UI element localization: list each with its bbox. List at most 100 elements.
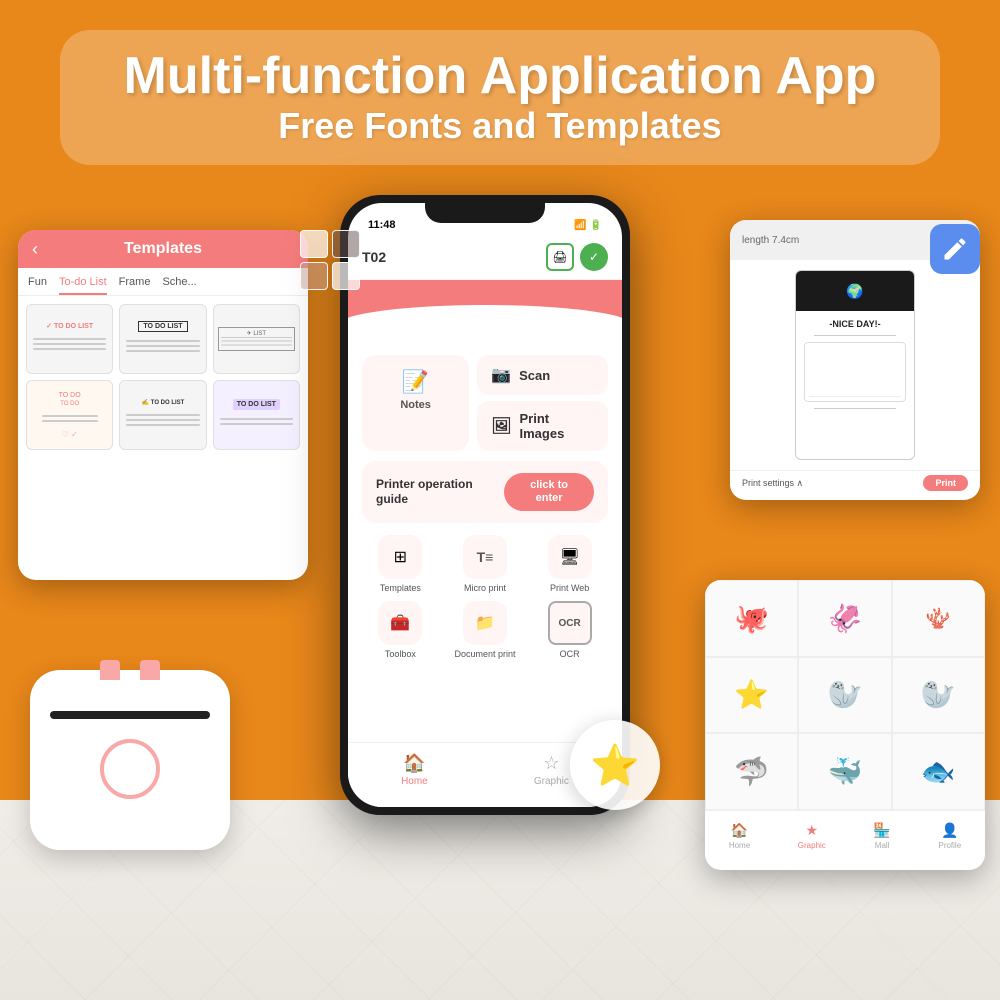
app-content: 📝 Notes 📷 Scan 🖼 Print Images (348, 335, 622, 677)
nav-home[interactable]: 🏠 Home (401, 753, 428, 787)
printer-tab-left (100, 660, 120, 680)
main-phone: 11:48 📶 🔋 T02 🖨 ✓ 📝 Notes (340, 195, 630, 815)
template-card-4[interactable]: TO DO TO DO ♡ ✓ (26, 380, 113, 450)
header-title: Multi-function Application App (110, 48, 890, 105)
sticker-nav-graphic[interactable]: ★ Graphic (798, 822, 826, 850)
ocr-label: OCR (560, 649, 580, 659)
ocr-app[interactable]: OCR OCR (531, 601, 608, 659)
write-icon-button[interactable] (930, 224, 980, 274)
sticker-seal2[interactable]: 🦭 (892, 657, 985, 734)
printer-button[interactable] (100, 739, 160, 799)
printer-slot (50, 711, 210, 719)
status-time: 11:48 (368, 219, 396, 231)
app-bar: T02 🖨 ✓ (348, 239, 622, 280)
print-images-label: Print Images (520, 411, 594, 441)
print-web-app[interactable]: 🖥 Print Web (531, 535, 608, 593)
doc-body: -NICE DAY!- (796, 311, 914, 417)
floating-widget[interactable]: ⭐ (570, 720, 660, 810)
header-subtitle: Free Fonts and Templates (110, 105, 890, 147)
left-screen-header: ‹ Templates (18, 230, 308, 268)
header-banner: Multi-function Application App Free Font… (60, 30, 940, 165)
template-card-2[interactable]: TO DO LIST (119, 304, 206, 374)
app-bar-icons: 🖨 ✓ (546, 243, 608, 271)
home-nav-label: Home (401, 776, 428, 787)
document-print-label: Document print (454, 649, 515, 659)
templates-label: Templates (380, 583, 421, 593)
phone-screen: 11:48 📶 🔋 T02 🖨 ✓ 📝 Notes (348, 203, 622, 807)
shape-med[interactable] (300, 262, 328, 290)
document-print-icon: 📁 (463, 601, 507, 645)
toolbox-app[interactable]: 🧰 Toolbox (362, 601, 439, 659)
print-settings-label: Print settings ∧ (742, 478, 803, 489)
sticker-shark[interactable]: 🦈 (705, 733, 798, 810)
back-button[interactable]: ‹ (32, 239, 38, 260)
template-card-1[interactable]: ✓ TO DO LIST (26, 304, 113, 374)
print-button[interactable]: Print (923, 475, 968, 491)
micro-print-icon: T≡ (463, 535, 507, 579)
notes-feature[interactable]: 📝 Notes (362, 355, 469, 451)
right-bottom-screen: 🐙 🦑 🪸 ⭐ 🦭 🦭 🦈 🐳 🐟 🏠 Home ★ Graphic 🏪 Mal… (705, 580, 985, 870)
notes-label: Notes (400, 399, 431, 411)
toolbox-label: Toolbox (385, 649, 416, 659)
shape-light2[interactable] (332, 262, 360, 290)
nice-day-text: -NICE DAY!- (829, 319, 880, 329)
scan-label: Scan (519, 368, 550, 383)
sticker-nav-home[interactable]: 🏠 Home (729, 822, 750, 850)
sticker-nav-mall[interactable]: 🏪 Mall (873, 822, 890, 850)
pink-wave (348, 280, 622, 335)
notes-icon: 📝 (402, 369, 429, 395)
print-images-button[interactable]: 🖼 Print Images (477, 401, 608, 451)
length-label: length 7.4cm (742, 235, 799, 246)
tab-sche[interactable]: Sche... (162, 276, 196, 295)
sticker-mall-icon: 🏪 (873, 822, 890, 839)
scan-button[interactable]: 📷 Scan (477, 355, 608, 395)
templates-grid: ✓ TO DO LIST TO DO LIST ✈ LIST (18, 296, 308, 458)
shape-light[interactable] (300, 230, 328, 258)
tab-todo[interactable]: To-do List (59, 276, 107, 295)
printer-tab-right (140, 660, 160, 680)
feature-row: 📝 Notes 📷 Scan 🖼 Print Images (362, 355, 608, 451)
graphic-nav-label: Graphic (534, 776, 569, 787)
shape-dark[interactable] (332, 230, 360, 258)
micro-print-app[interactable]: T≡ Micro print (447, 535, 524, 593)
sticker-graphic-icon: ★ (806, 822, 819, 839)
status-icons: 📶 🔋 (574, 220, 602, 231)
scan-print-column: 📷 Scan 🖼 Print Images (477, 355, 608, 451)
template-card-5[interactable]: ✍ TO DO LIST (119, 380, 206, 450)
click-enter-label: click to enter (530, 479, 568, 504)
printer-device (30, 670, 260, 870)
home-nav-icon: 🏠 (403, 753, 425, 774)
sticker-octopus[interactable]: 🐙 (705, 580, 798, 657)
sticker-whale[interactable]: 🐳 (798, 733, 891, 810)
printer-body (30, 670, 230, 850)
nav-graphic[interactable]: ☆ Graphic (534, 753, 569, 787)
sticker-fish[interactable]: 🐟 (892, 733, 985, 810)
sticker-nav-profile[interactable]: 👤 Profile (938, 822, 961, 850)
phone-notch (425, 195, 545, 223)
sticker-starfish[interactable]: ⭐ (705, 657, 798, 734)
sticker-seal[interactable]: 🦭 (798, 657, 891, 734)
tab-fun[interactable]: Fun (28, 276, 47, 295)
print-settings-bar: Print settings ∧ Print (730, 470, 980, 495)
document-print-app[interactable]: 📁 Document print (447, 601, 524, 659)
sticker-jellyfish[interactable]: 🦑 (798, 580, 891, 657)
printer-guide-banner[interactable]: Printer operation guide click to enter (362, 461, 608, 523)
print-icon[interactable]: 🖨 (546, 243, 574, 271)
print-images-icon: 🖼 (491, 416, 511, 436)
shape-selector (300, 230, 360, 290)
stickers-grid: 🐙 🦑 🪸 ⭐ 🦭 🦭 🦈 🐳 🐟 (705, 580, 985, 810)
template-card-6[interactable]: TO DO LIST (213, 380, 300, 450)
app-bar-title: T02 (362, 249, 386, 265)
print-web-label: Print Web (550, 583, 589, 593)
sticker-coral[interactable]: 🪸 (892, 580, 985, 657)
sticker-profile-icon: 👤 (941, 822, 958, 839)
star-icon: ⭐ (590, 742, 640, 789)
check-icon[interactable]: ✓ (580, 243, 608, 271)
templates-app[interactable]: ⊞ Templates (362, 535, 439, 593)
sticker-home-icon: 🏠 (731, 822, 748, 839)
micro-print-label: Micro print (464, 583, 506, 593)
stickers-bottom-nav: 🏠 Home ★ Graphic 🏪 Mall 👤 Profile (705, 810, 985, 860)
template-card-3[interactable]: ✈ LIST (213, 304, 300, 374)
click-enter-button[interactable]: click to enter (504, 473, 594, 511)
tab-frame[interactable]: Frame (119, 276, 151, 295)
